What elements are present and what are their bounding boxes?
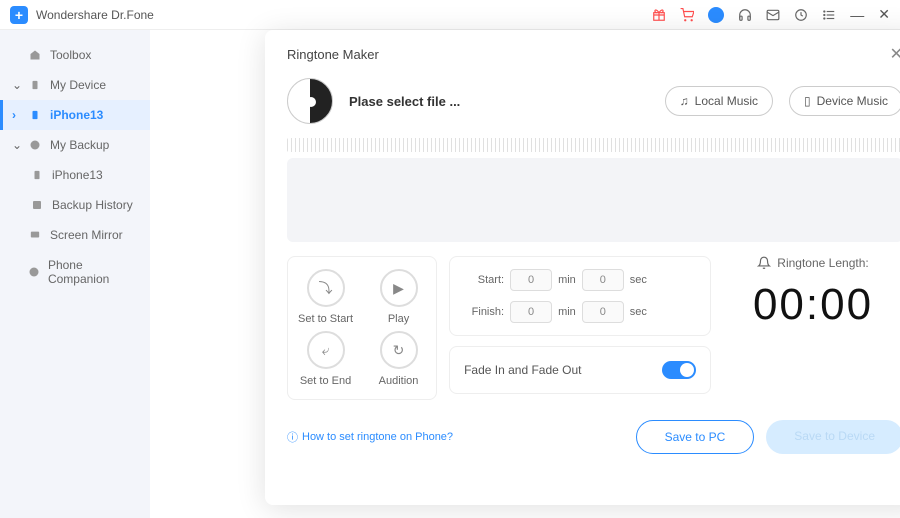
device-icon bbox=[28, 78, 42, 92]
finish-min-input[interactable]: 0 bbox=[510, 301, 552, 323]
history-icon bbox=[30, 198, 44, 212]
home-icon bbox=[28, 48, 42, 62]
cart-icon[interactable] bbox=[680, 8, 694, 22]
audition-button[interactable]: ↻ Audition bbox=[371, 331, 426, 387]
history-icon[interactable] bbox=[794, 8, 808, 22]
local-music-button[interactable]: ♫ Local Music bbox=[665, 86, 773, 116]
sidebar-item-label: My Device bbox=[50, 78, 106, 92]
close-button[interactable]: ✕ bbox=[878, 6, 890, 23]
length-label: Ringtone Length: bbox=[777, 256, 868, 270]
button-label: Device Music bbox=[817, 94, 888, 108]
sidebar-item-my-device[interactable]: ⌄ My Device bbox=[0, 70, 150, 100]
unit-label: min bbox=[558, 306, 576, 318]
unit-label: sec bbox=[630, 274, 647, 286]
backup-icon bbox=[28, 138, 42, 152]
help-label: How to set ringtone on Phone? bbox=[302, 431, 453, 443]
sidebar-item-iphone13[interactable]: › iPhone13 bbox=[0, 100, 150, 130]
set-end-icon: ⤶ bbox=[307, 331, 345, 369]
sidebar-item-my-backup[interactable]: ⌄ My Backup bbox=[0, 130, 150, 160]
record-icon bbox=[287, 78, 333, 124]
titlebar: Wondershare Dr.Fone — ✕ bbox=[0, 0, 900, 30]
button-label: Audition bbox=[379, 375, 419, 387]
waveform-area[interactable] bbox=[287, 158, 900, 242]
gift-icon[interactable] bbox=[652, 8, 666, 22]
set-start-icon: ⤵ bbox=[307, 269, 345, 307]
help-icon: ⓘ bbox=[287, 429, 298, 445]
bell-icon bbox=[757, 256, 771, 270]
phone-icon bbox=[30, 168, 44, 182]
audition-icon: ↻ bbox=[380, 331, 418, 369]
chevron-right-icon: › bbox=[12, 108, 20, 122]
sidebar-item-screen-mirror[interactable]: Screen Mirror bbox=[0, 220, 150, 250]
sidebar-item-label: Phone Companion bbox=[48, 258, 138, 286]
button-label: Play bbox=[388, 313, 409, 325]
set-start-button[interactable]: ⤵ Set to Start bbox=[298, 269, 353, 325]
play-button[interactable]: ▶ Play bbox=[371, 269, 426, 325]
modal-title: Ringtone Maker bbox=[287, 47, 379, 62]
start-min-input[interactable]: 0 bbox=[510, 269, 552, 291]
unit-label: min bbox=[558, 274, 576, 286]
sidebar-item-toolbox[interactable]: Toolbox bbox=[0, 40, 150, 70]
content-area: ☰ Device Details Yes False Off 024433045… bbox=[150, 30, 900, 518]
close-icon[interactable]: ✕ bbox=[890, 44, 900, 64]
app-logo bbox=[10, 6, 28, 24]
start-sec-input[interactable]: 0 bbox=[582, 269, 624, 291]
time-range-box: Start: 0 min 0 sec Finish: 0 min 0 sec bbox=[449, 256, 711, 336]
length-value: 00:00 bbox=[723, 280, 900, 330]
track-ruler bbox=[287, 138, 900, 152]
ringtone-maker-modal: Ringtone Maker ✕ Plase select file ... ♫… bbox=[265, 30, 900, 505]
sidebar-item-backup-history[interactable]: Backup History bbox=[0, 190, 150, 220]
button-label: Local Music bbox=[695, 94, 758, 108]
button-label: Set to Start bbox=[298, 313, 353, 325]
finish-sec-input[interactable]: 0 bbox=[582, 301, 624, 323]
chevron-down-icon: ⌄ bbox=[12, 138, 20, 152]
playback-controls: ⤵ Set to Start ▶ Play ⤶ Set to End ↻ Aud… bbox=[287, 256, 437, 400]
phone-icon bbox=[28, 108, 42, 122]
screen-icon bbox=[28, 228, 42, 242]
app-title: Wondershare Dr.Fone bbox=[36, 8, 652, 22]
finish-label: Finish: bbox=[464, 306, 504, 318]
menu-list-icon[interactable] bbox=[822, 8, 836, 22]
sidebar-item-label: iPhone13 bbox=[52, 168, 103, 182]
help-link[interactable]: ⓘ How to set ringtone on Phone? bbox=[287, 429, 453, 445]
mail-icon[interactable] bbox=[766, 8, 780, 22]
ringtone-length-block: Ringtone Length: 00:00 bbox=[723, 256, 900, 400]
device-music-button[interactable]: ▯ Device Music bbox=[789, 86, 900, 116]
sidebar-item-backup-iphone13[interactable]: iPhone13 bbox=[0, 160, 150, 190]
sidebar-item-label: iPhone13 bbox=[50, 108, 103, 122]
sidebar-item-phone-companion[interactable]: Phone Companion bbox=[0, 250, 150, 294]
start-label: Start: bbox=[464, 274, 504, 286]
music-icon: ♫ bbox=[680, 94, 689, 108]
sidebar-item-label: Toolbox bbox=[50, 48, 91, 62]
select-file-label: Plase select file ... bbox=[349, 94, 649, 109]
phone-music-icon: ▯ bbox=[804, 94, 811, 108]
save-to-pc-button[interactable]: Save to PC bbox=[636, 420, 755, 454]
set-end-button[interactable]: ⤶ Set to End bbox=[298, 331, 353, 387]
save-to-device-button: Save to Device bbox=[766, 420, 900, 454]
companion-icon bbox=[27, 265, 40, 279]
unit-label: sec bbox=[630, 306, 647, 318]
sidebar-item-label: My Backup bbox=[50, 138, 109, 152]
chevron-down-icon: ⌄ bbox=[12, 78, 20, 92]
sidebar-item-label: Screen Mirror bbox=[50, 228, 123, 242]
sidebar: Toolbox ⌄ My Device › iPhone13 ⌄ My Back… bbox=[0, 30, 150, 518]
fade-label: Fade In and Fade Out bbox=[464, 363, 581, 377]
headphones-icon[interactable] bbox=[738, 8, 752, 22]
fade-toggle-row: Fade In and Fade Out bbox=[449, 346, 711, 394]
button-label: Set to End bbox=[300, 375, 351, 387]
sidebar-item-label: Backup History bbox=[52, 198, 133, 212]
fade-toggle[interactable] bbox=[662, 361, 696, 379]
minimize-button[interactable]: — bbox=[850, 7, 864, 23]
avatar-icon[interactable] bbox=[708, 7, 724, 23]
play-icon: ▶ bbox=[380, 269, 418, 307]
